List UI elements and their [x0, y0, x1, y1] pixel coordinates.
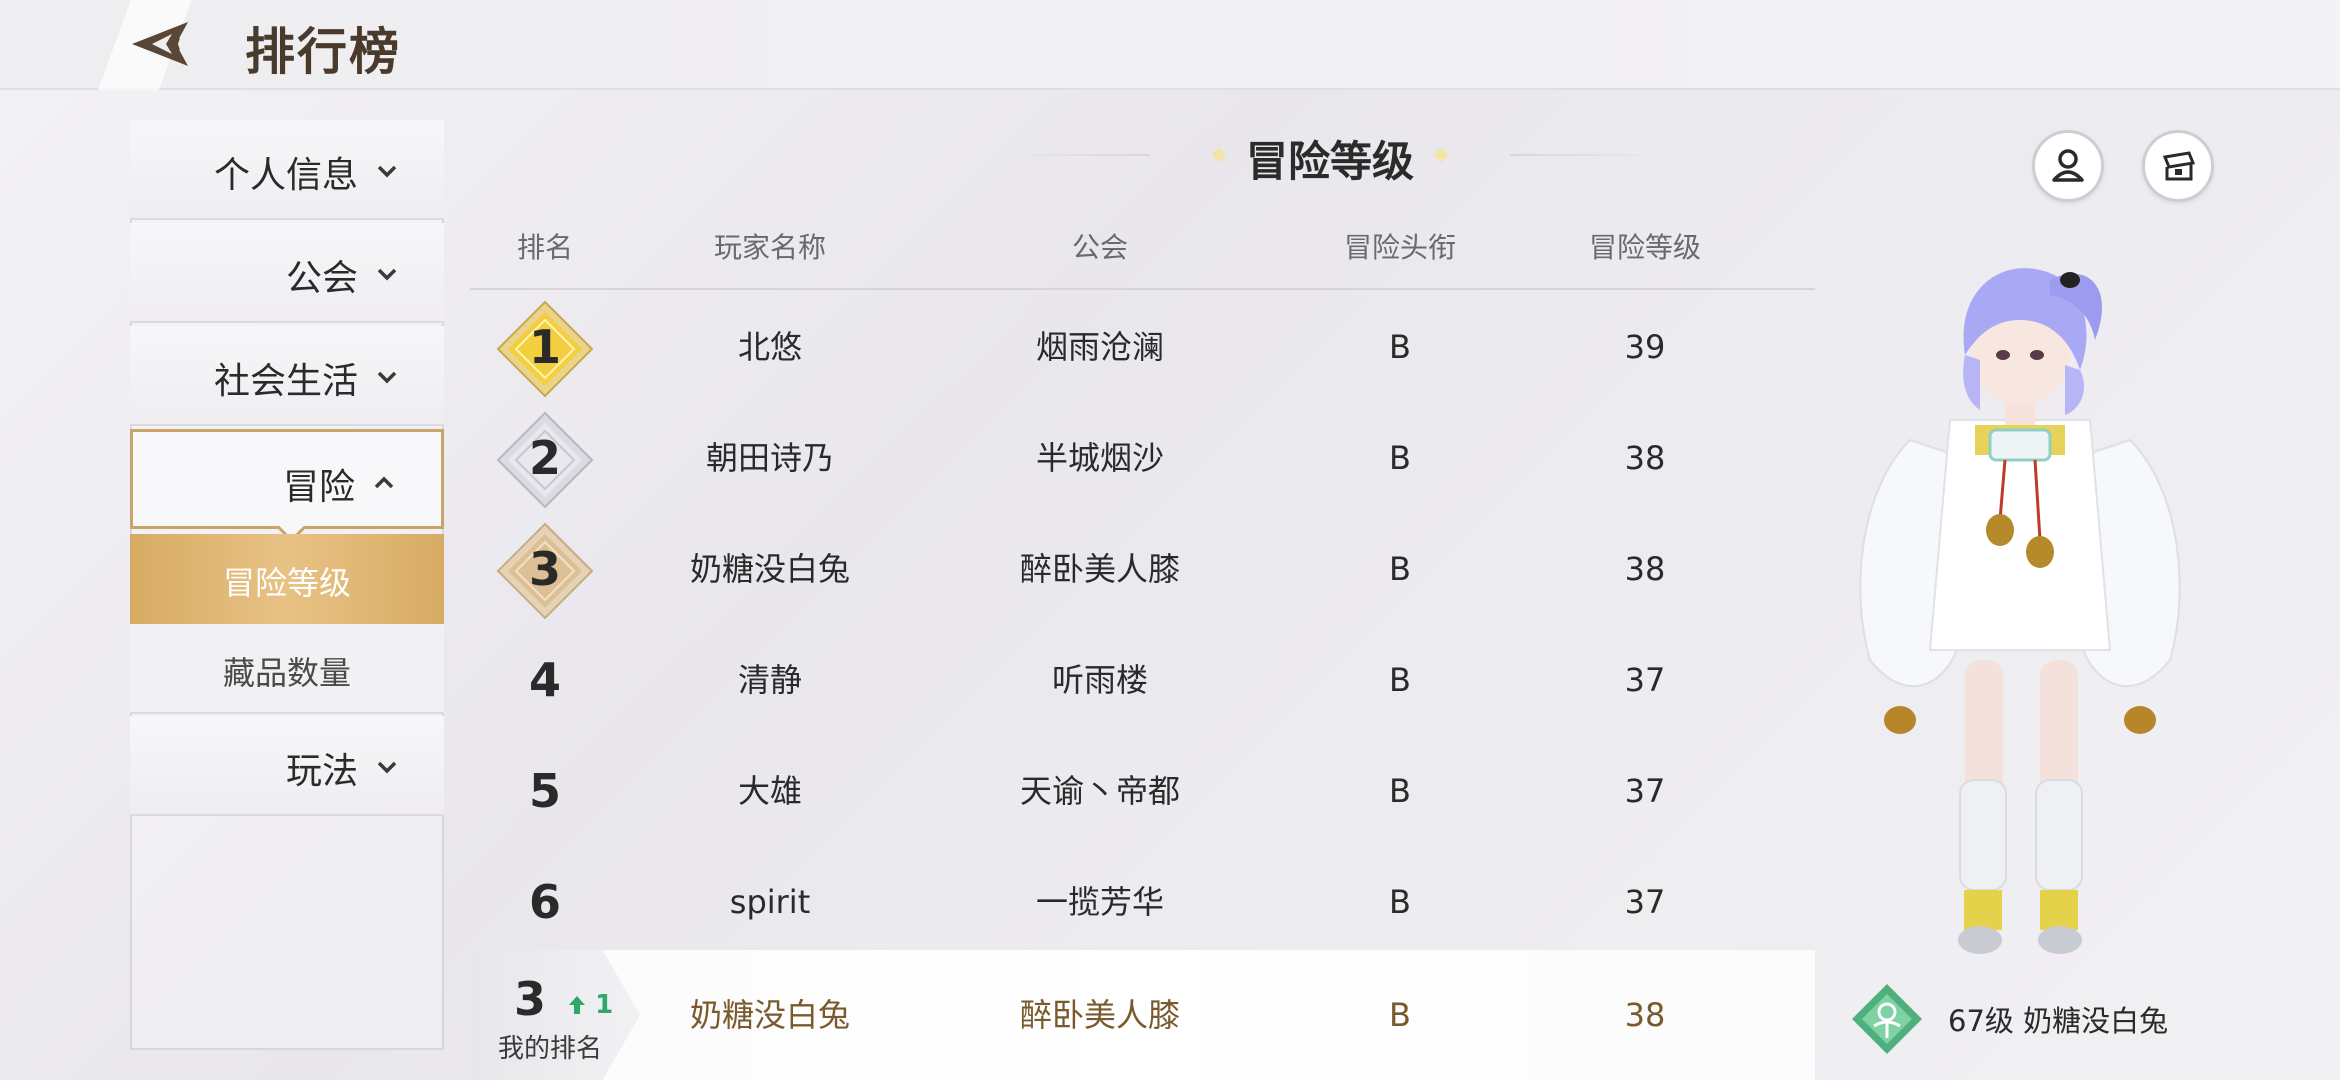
table-row[interactable]: 6 spirit 一揽芳华 B 37: [470, 847, 1815, 958]
table-row[interactable]: 1 北悠 烟雨沧澜 B 39: [470, 292, 1815, 403]
table-row[interactable]: 4 清静 听雨楼 B 37: [470, 625, 1815, 736]
column-header-guild: 公会: [1071, 231, 1128, 264]
player-profile: 67级 奶糖没白兔: [1850, 980, 2270, 1060]
chevron-down-icon: [377, 165, 397, 178]
rank-number: 5: [528, 764, 561, 818]
chevron-up-icon: [374, 476, 394, 489]
guild-name: 听雨楼: [1051, 661, 1148, 699]
adventure-level: 37: [1624, 661, 1666, 699]
guild-name: 醉卧美人膝: [1019, 996, 1180, 1034]
title-divider-left: [1000, 154, 1150, 156]
table-row[interactable]: 5 大雄 天谕丶帝都 B 37: [470, 736, 1815, 847]
guild-emblem-icon: [1852, 984, 1922, 1054]
player-name: spirit: [729, 883, 811, 921]
column-header-player-name: 玩家名称: [713, 231, 826, 264]
player-name: 大雄: [737, 772, 802, 810]
adventure-title: B: [1389, 661, 1411, 699]
guild-name: 一揽芳华: [1035, 883, 1164, 921]
adventure-level: 39: [1624, 328, 1666, 366]
guild-name: 半城烟沙: [1035, 439, 1164, 477]
adventure-level: 37: [1624, 883, 1666, 921]
player-name: 奶糖没白兔: [689, 550, 850, 588]
character-avatar-model: [1859, 268, 2181, 954]
sidebar-item-social-life[interactable]: 社会生活: [130, 326, 444, 426]
leaderboard-title-text: 冒险等级: [1245, 137, 1414, 186]
chevron-down-icon: [377, 761, 397, 774]
title-divider-right: [1510, 154, 1660, 156]
arrow-up-icon: [569, 996, 585, 1014]
adventure-level: 38: [1624, 439, 1666, 477]
guild-name: 天谕丶帝都: [1019, 772, 1180, 810]
rank-number: 2: [528, 431, 561, 485]
adventure-title: B: [1389, 550, 1411, 588]
rank-change-value: 1: [595, 990, 614, 1020]
player-level-name: 67级 奶糖没白兔: [1948, 1004, 2169, 1038]
chevron-down-icon: [377, 268, 397, 281]
table-header: 排名 玩家名称 公会 冒险头衔 冒险等级: [470, 220, 1815, 290]
rank-change-indicator: 1: [568, 990, 613, 1020]
back-arrow-icon[interactable]: [128, 16, 200, 72]
adventure-title: B: [1389, 772, 1411, 810]
table-row[interactable]: 3 奶糖没白兔 醉卧美人膝 B 38: [470, 514, 1815, 625]
chevron-down-icon: [377, 371, 397, 384]
my-rank-number: 3: [513, 972, 546, 1026]
player-name: 清静: [737, 661, 802, 699]
adventure-title: B: [1389, 328, 1411, 366]
my-rank-row[interactable]: 3 1 我的排名 奶糖没白兔 醉卧美人膝 B 38: [470, 950, 1815, 1080]
leaderboard-title: 冒险等级: [1000, 122, 1660, 192]
guild-name: 烟雨沧澜: [1035, 328, 1164, 366]
rank-number: 4: [528, 653, 561, 707]
sidebar-item-label: 玩法: [285, 751, 358, 792]
sidebar-item-label: 个人信息: [213, 155, 358, 196]
sidebar-item-guild[interactable]: 公会: [130, 223, 444, 323]
profile-button[interactable]: [2032, 130, 2104, 202]
adventure-title: B: [1389, 439, 1411, 477]
person-icon: [2052, 149, 2084, 182]
sidebar-item-gameplay[interactable]: 玩法: [130, 716, 444, 816]
rank-number: 1: [528, 320, 561, 374]
sidebar-item-label: 冒险: [282, 467, 355, 508]
adventure-level: 38: [1624, 996, 1666, 1034]
sidebar-subitem-collection-count[interactable]: 藏品数量: [130, 624, 444, 714]
rank-number: 3: [528, 542, 561, 596]
sidebar-item-adventure[interactable]: 冒险: [130, 429, 444, 529]
subitem-label: 冒险等级: [222, 564, 351, 602]
player-name: 朝田诗乃: [705, 439, 834, 477]
my-rank-label: 我的排名: [497, 1034, 602, 1064]
adventure-level: 38: [1624, 550, 1666, 588]
adventure-title: B: [1389, 996, 1411, 1034]
sidebar-item-label: 公会: [285, 258, 358, 299]
adventure-level: 37: [1624, 772, 1666, 810]
page-title: 排行榜: [245, 23, 401, 81]
adventure-title: B: [1389, 883, 1411, 921]
treasure-chest-icon: [2162, 151, 2196, 181]
subitem-label: 藏品数量: [222, 654, 351, 692]
sidebar-item-label: 社会生活: [213, 361, 358, 402]
player-name: 北悠: [737, 328, 802, 366]
table-row[interactable]: 2 朝田诗乃 半城烟沙 B 38: [470, 403, 1815, 514]
column-header-title: 冒险头衔: [1343, 231, 1456, 264]
category-sidebar: 个人信息 公会 社会生活 冒险 冒险等级 藏品数量 玩法: [130, 120, 444, 1050]
column-header-rank: 排名: [516, 231, 573, 264]
column-header-level: 冒险等级: [1588, 231, 1701, 264]
header-bar: 排行榜: [0, 0, 2340, 90]
sidebar-subitem-adventure-level[interactable]: 冒险等级: [130, 534, 444, 624]
rank-number: 6: [528, 875, 561, 929]
guild-name: 醉卧美人膝: [1019, 550, 1180, 588]
player-name: 奶糖没白兔: [689, 996, 850, 1034]
chest-button[interactable]: [2142, 130, 2214, 202]
sidebar-item-personal-info[interactable]: 个人信息: [130, 120, 444, 220]
